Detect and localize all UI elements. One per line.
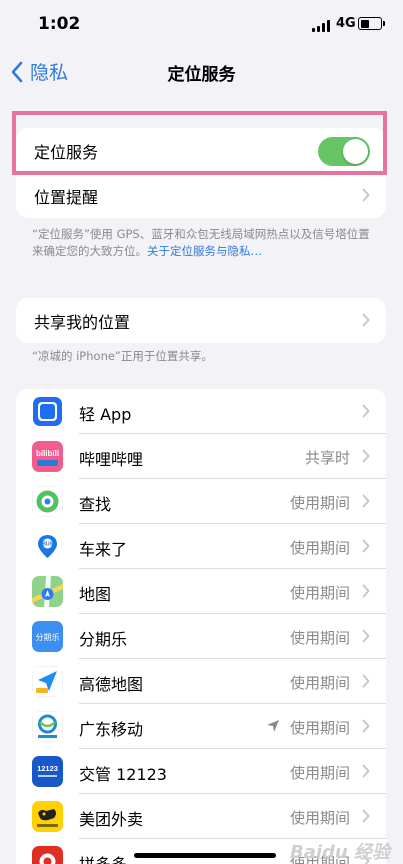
app-status: 共享时 xyxy=(304,449,350,467)
app-name: 美团外卖 xyxy=(79,810,144,829)
chelaile-icon: BUS xyxy=(32,531,63,562)
app-status: 使用期间 xyxy=(289,539,350,557)
app-row[interactable]: 高德地图 使用期间 xyxy=(16,659,386,704)
privacy-link[interactable]: 关于定位服务与隐私… xyxy=(147,244,262,258)
app-row[interactable]: 地图 使用期间 xyxy=(16,569,386,614)
meituan-icon xyxy=(32,801,63,832)
chevron-right-icon xyxy=(362,674,370,688)
status-bar: 1:02 4G xyxy=(0,0,403,50)
app-status: 使用期间 xyxy=(289,494,350,512)
app-status: 使用期间 xyxy=(289,674,350,692)
chevron-right-icon xyxy=(362,809,370,823)
fenqile-icon: 分期乐 xyxy=(32,621,63,652)
home-indicator[interactable] xyxy=(134,853,276,858)
app-row[interactable]: 广东移动 使用期间 xyxy=(16,704,386,749)
app-row[interactable]: bilibili 哔哩哔哩 共享时 xyxy=(16,434,386,479)
share-footer-note: “凉城的 iPhone”正用于位置共享。 xyxy=(32,349,213,363)
app-status: 使用期间 xyxy=(289,809,350,827)
app-name: 轻 App xyxy=(79,405,132,424)
chevron-right-icon xyxy=(362,313,370,327)
chevron-right-icon xyxy=(362,404,370,418)
location-alerts-label: 位置提醒 xyxy=(34,187,99,207)
apps-list: 轻 App bilibili 哔哩哔哩 共享时 查找 使用期间 BUS 车来了 … xyxy=(16,389,386,864)
amap-icon xyxy=(32,666,63,697)
highlight-frame xyxy=(12,111,387,175)
battery-icon xyxy=(358,17,385,30)
gd-mobile-icon xyxy=(32,711,63,742)
bilibili-icon-text: bilibili xyxy=(36,449,59,458)
chevron-right-icon xyxy=(362,584,370,598)
share-my-location-row[interactable]: 共享我的位置 xyxy=(16,298,386,343)
share-location-group: 共享我的位置 xyxy=(16,298,386,343)
jiaoguan-icon: 12123 xyxy=(32,756,63,787)
app-status: 使用期间 xyxy=(289,764,350,782)
app-row[interactable]: 美团外卖 使用期间 xyxy=(16,794,386,839)
app-row[interactable]: BUS 车来了 使用期间 xyxy=(16,524,386,569)
share-my-location-label: 共享我的位置 xyxy=(34,312,131,332)
app-status: 使用期间 xyxy=(289,629,350,647)
pinduoduo-icon xyxy=(32,846,63,864)
app-row[interactable]: 查找 使用期间 xyxy=(16,479,386,524)
app-status: 使用期间 xyxy=(289,719,350,737)
app-name: 哔哩哔哩 xyxy=(79,450,144,469)
chevron-right-icon xyxy=(362,539,370,553)
chevron-right-icon xyxy=(362,764,370,778)
chevron-right-icon xyxy=(362,629,370,643)
app-name: 交管 12123 xyxy=(79,765,167,784)
app-name: 查找 xyxy=(79,495,112,514)
bilibili-icon: bilibili xyxy=(32,441,63,472)
page-title: 定位服务 xyxy=(167,65,236,85)
navigation-bar: 隐私 定位服务 xyxy=(0,52,403,92)
app-name: 拼多多 xyxy=(79,851,127,864)
maps-icon xyxy=(32,576,63,607)
jiaoguan-icon-text: 12123 xyxy=(37,764,58,773)
fenqile-icon-text: 分期乐 xyxy=(36,632,60,642)
chevron-right-icon xyxy=(362,494,370,508)
app-name: 地图 xyxy=(79,585,112,604)
app-row[interactable]: 分期乐 分期乐 使用期间 xyxy=(16,614,386,659)
status-time: 1:02 xyxy=(38,14,81,34)
bus-icon-text: BUS xyxy=(42,542,53,548)
app-row[interactable]: 12123 交管 12123 使用期间 xyxy=(16,749,386,794)
app-name: 高德地图 xyxy=(79,675,144,694)
app-name: 车来了 xyxy=(79,540,128,559)
location-footer-note: “定位服务”使用 GPS、蓝牙和众包无线局域网热点以及信号塔位置来确定您的大致方… xyxy=(32,226,377,260)
network-type: 4G xyxy=(336,16,356,31)
find-my-icon xyxy=(32,486,63,517)
baidu-watermark: Baidu 经验 xyxy=(290,842,391,863)
chevron-right-icon xyxy=(362,719,370,733)
signal-icon xyxy=(312,20,332,32)
app-row[interactable]: 轻 App xyxy=(16,389,386,434)
app-name: 广东移动 xyxy=(79,720,144,739)
location-arrow-icon xyxy=(267,720,279,732)
app-status: 使用期间 xyxy=(289,584,350,602)
app-name: 分期乐 xyxy=(79,630,128,649)
qing-app-icon xyxy=(32,396,63,427)
location-alerts-row[interactable]: 位置提醒 xyxy=(16,173,386,218)
chevron-right-icon xyxy=(362,188,370,202)
chevron-right-icon xyxy=(362,449,370,463)
